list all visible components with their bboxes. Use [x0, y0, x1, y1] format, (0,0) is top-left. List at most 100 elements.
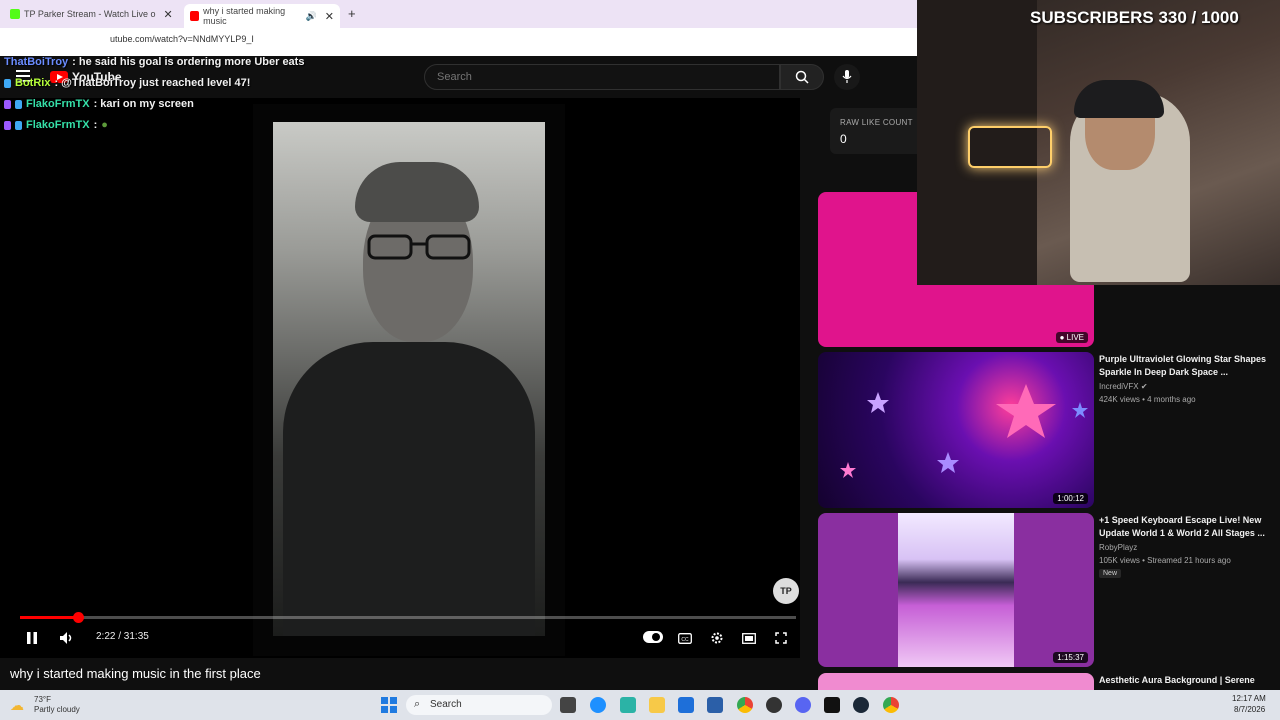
voice-search-button[interactable] [834, 64, 860, 90]
verified-icon: ✔ [1140, 382, 1148, 391]
video-content [273, 122, 545, 636]
chat-username: BotRix [15, 77, 51, 89]
stars-artwork [840, 384, 1088, 478]
progress-track[interactable] [20, 616, 796, 619]
pause-button[interactable] [24, 629, 40, 647]
live-badge-label: LIVE [1066, 333, 1084, 342]
bot-badge-icon [4, 78, 11, 88]
url-text[interactable]: utube.com/watch?v=NNdMYYLP9_I [110, 34, 254, 44]
discord-icon[interactable] [795, 697, 811, 713]
chat-text: : [93, 119, 98, 131]
taskbar-search-label: Search [430, 699, 462, 710]
captions-button[interactable]: CC [677, 629, 693, 647]
video-duration: 1:15:37 [1053, 652, 1088, 663]
steam-icon[interactable] [853, 697, 869, 713]
windows-logo-icon [381, 697, 388, 704]
search-icon: ⌕ [414, 698, 421, 710]
chat-message: BotRix : @ThatBoiTroy just reached level… [4, 77, 250, 89]
video-meta: 105K views • Streamed 21 hours ago [1099, 556, 1231, 565]
video-thumbnail[interactable] [818, 673, 1094, 690]
video-title-link[interactable]: +1 Speed Keyboard Escape Live! New Updat… [1099, 514, 1269, 540]
chat-message: FlakoFrmTX : ● [4, 119, 108, 131]
chrome-profile-icon[interactable] [883, 697, 899, 713]
gem-badge-icon [15, 120, 22, 130]
weather-description[interactable]: Partly cloudy [34, 705, 80, 714]
kick-icon [10, 9, 20, 19]
like-counter-widget [830, 108, 930, 154]
store-icon[interactable] [707, 697, 723, 713]
video-thumbnail[interactable]: 1:15:37 [818, 513, 1094, 667]
keyboard-game-artwork [898, 513, 1014, 667]
browser-tab-bar: TP Parker Stream - Watch Live o ✕ why i … [0, 0, 917, 28]
youtube-icon [190, 11, 200, 21]
time-display: 2:22 / 31:35 [96, 631, 149, 642]
video-meta: 424K views • 4 months ago [1099, 395, 1196, 404]
tab-video[interactable]: why i started making music 🔊 ✕ [184, 4, 340, 28]
person-jacket [283, 342, 535, 636]
chat-username: ThatBoiTroy [4, 56, 69, 68]
chat-username: FlakoFrmTX [26, 119, 90, 131]
new-tab-icon[interactable]: + [348, 6, 356, 21]
capcut-icon[interactable] [824, 697, 840, 713]
windows-taskbar [0, 690, 1280, 720]
search-button[interactable] [780, 64, 824, 90]
chat-text: : @ThatBoiTroy just reached level 47! [54, 77, 251, 89]
theater-icon [742, 632, 756, 644]
chrome-icon[interactable] [737, 697, 753, 713]
chat-message: ThatBoiTroy : he said his goal is orderi… [4, 56, 304, 68]
speaker-icon[interactable]: 🔊 [306, 11, 317, 22]
volume-icon [60, 632, 72, 644]
channel-watermark[interactable]: TP [773, 578, 799, 604]
copilot-icon[interactable] [620, 697, 636, 713]
person-cap [355, 162, 479, 222]
start-button[interactable] [381, 697, 397, 713]
volume-button[interactable] [58, 629, 76, 647]
video-title-link[interactable]: Aesthetic Aura Background | Serene [1099, 674, 1269, 687]
glasses-shape [367, 234, 471, 260]
like-counter-value: 0 [840, 132, 847, 146]
edge-icon[interactable] [590, 697, 606, 713]
clock-time[interactable]: 12:17 AM [1232, 694, 1266, 703]
new-badge: New [1099, 569, 1122, 578]
video-title-link[interactable]: Purple Ultraviolet Glowing Star Shapes S… [1099, 353, 1269, 379]
captions-icon: CC [678, 632, 692, 644]
fullscreen-button[interactable] [773, 629, 789, 647]
progress-fill [20, 616, 78, 619]
gear-icon [711, 632, 723, 644]
theater-mode-button[interactable] [741, 629, 757, 647]
task-view-icon[interactable] [560, 697, 576, 713]
video-thumbnail[interactable]: 1:00:12 [818, 352, 1094, 508]
search-box[interactable] [424, 64, 780, 90]
svg-text:CC: CC [681, 636, 689, 642]
chat-text: : kari on my screen [93, 98, 194, 110]
settings-button[interactable] [709, 629, 725, 647]
sub-badge-icon [4, 120, 11, 130]
tab-stream[interactable]: TP Parker Stream - Watch Live o ✕ [4, 4, 180, 24]
live-badge: ● LIVE [1055, 332, 1088, 343]
clock-date[interactable]: 8/7/2026 [1234, 705, 1265, 714]
chat-text: : he said his goal is ordering more Uber… [72, 56, 305, 68]
subscriber-goal: SUBSCRIBERS 330 / 1000 [1030, 8, 1239, 27]
scrubber-handle[interactable] [73, 612, 84, 623]
channel-name[interactable]: RobyPlayz [1099, 543, 1137, 552]
close-icon[interactable]: ✕ [164, 8, 173, 21]
file-explorer-icon[interactable] [649, 697, 665, 713]
weather-temperature[interactable]: 73°F [34, 695, 51, 704]
video-title: why i started making music in the first … [10, 666, 261, 681]
mail-icon[interactable] [678, 697, 694, 713]
microphone-icon [842, 70, 852, 83]
streamer-cap [1074, 80, 1164, 118]
taskbar-search[interactable] [406, 695, 552, 715]
chat-message: FlakoFrmTX : kari on my screen [4, 98, 194, 110]
tab-video-label: why i started making music [203, 6, 286, 26]
close-icon[interactable]: ✕ [325, 10, 334, 23]
autoplay-toggle[interactable] [643, 631, 663, 643]
sub-badge-icon [4, 99, 11, 109]
pause-icon [27, 632, 37, 644]
search-input[interactable] [435, 70, 769, 84]
obs-icon[interactable] [766, 697, 782, 713]
video-duration: 1:00:12 [1053, 493, 1088, 504]
channel-name[interactable]: IncrediVFX ✔ [1099, 382, 1148, 391]
like-counter-label: RAW LIKE COUNT [840, 118, 913, 127]
weather-icon[interactable]: ☁ [10, 697, 24, 714]
